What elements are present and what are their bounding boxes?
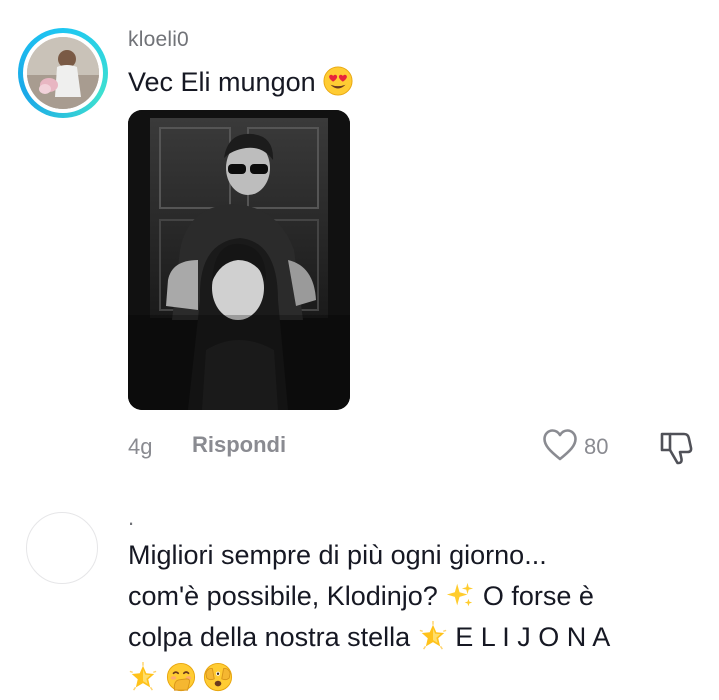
comment-timestamp: 4g: [128, 434, 153, 459]
face-with-peeking-eye-emoji: [203, 662, 233, 692]
comment-text-segment: O forse è: [482, 581, 594, 611]
reply-button[interactable]: Rispondi: [192, 432, 286, 458]
thumbs-down-icon[interactable]: [656, 428, 694, 466]
comment-line-3: colpa della nostra stella E L I J O N A: [128, 617, 698, 658]
comment-line-2: com'è possibile, Klodinjo? O forse è: [128, 576, 698, 617]
heart-eyes-emoji: [323, 66, 353, 96]
avatar[interactable]: [26, 512, 98, 584]
like-count: 80: [584, 434, 609, 459]
comment-text-content: Vec Eli mungon: [128, 67, 316, 97]
comment-line-4: [128, 658, 698, 699]
comment-photo[interactable]: [128, 110, 350, 410]
comment-text-segment: com'è possibile, Klodinjo?: [128, 581, 438, 611]
comment-username[interactable]: kloeli0: [128, 28, 189, 52]
comment-line-1: Migliori sempre di più ogni giorno...: [128, 535, 698, 576]
glowing-star-emoji: [129, 662, 157, 691]
sparkles-emoji: [447, 582, 474, 607]
glowing-star-emoji: [419, 621, 447, 650]
avatar-photo: [27, 37, 99, 109]
comment-username[interactable]: .: [128, 505, 134, 531]
heart-icon[interactable]: [542, 428, 578, 462]
avatar[interactable]: [18, 28, 108, 118]
comment-text-segment: colpa della nostra stella: [128, 622, 411, 652]
comment-text-segment: E L I J O N A: [455, 622, 611, 652]
comment-item: kloeli0 Vec Eli mungon 4g Rispondi 80: [0, 0, 719, 490]
comment-item: . Migliori sempre di più ogni giorno... …: [0, 490, 719, 700]
comment-text-segment: Migliori sempre di più ogni giorno...: [128, 540, 547, 570]
comment-text: Vec Eli mungon: [128, 62, 353, 103]
hand-over-mouth-emoji: [166, 662, 195, 692]
comment-text: Migliori sempre di più ogni giorno... co…: [128, 535, 698, 699]
